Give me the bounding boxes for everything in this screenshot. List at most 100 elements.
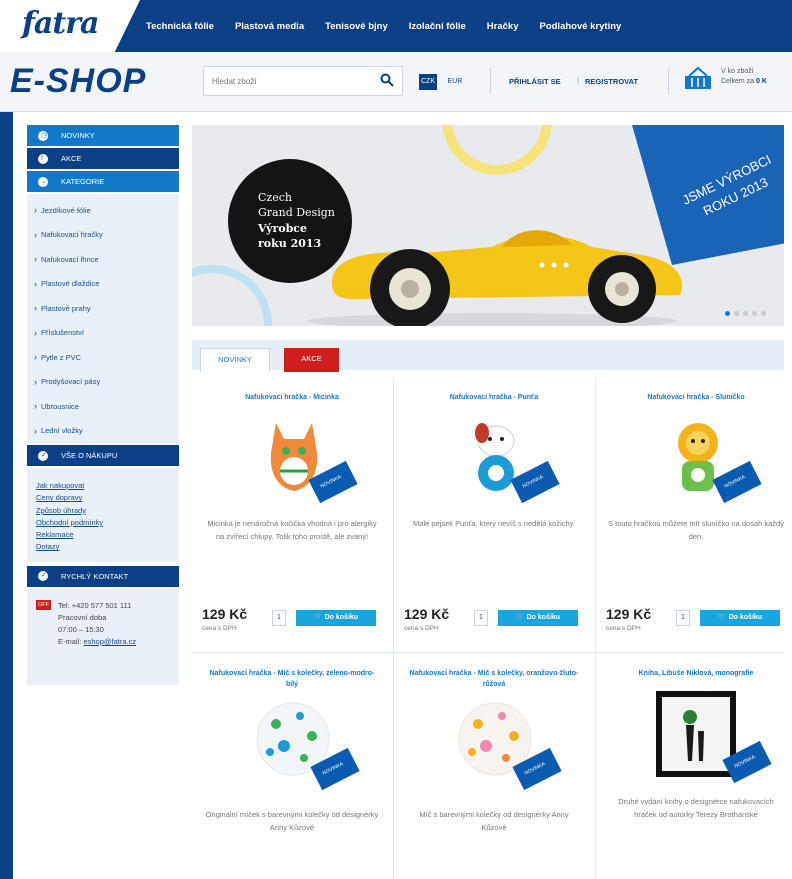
fatra-logo[interactable]: fatra [22, 6, 99, 41]
category-item[interactable]: Ubrousnice [27, 394, 179, 419]
product-name[interactable]: Nafukovací hračka - Micinka [192, 392, 392, 403]
cart-icon: 🛒 [717, 614, 727, 621]
topnav-toys[interactable]: Hračky [487, 21, 519, 32]
product-name[interactable]: Nafukovací hračka - Punťa [394, 392, 594, 403]
product-image[interactable]: NOVINKA [394, 417, 594, 517]
add-to-cart-button[interactable]: 🛒 Do košíku [498, 610, 578, 626]
slider-dot[interactable] [725, 311, 730, 316]
contact-hours: 07:00 – 15:30 [58, 624, 104, 634]
topnav-plastic-media[interactable]: Plastová media [235, 21, 304, 32]
price-tax-note: cena s DPH [202, 625, 237, 632]
info-link[interactable]: Jak nakupovat [36, 480, 179, 492]
product-image[interactable]: NOVINKA [596, 687, 792, 787]
product-description: Micinka je nenáročná kočička vhodná i pr… [207, 519, 377, 541]
topnav-tennis[interactable]: Tenisové bjny [325, 21, 388, 32]
add-to-cart-button[interactable]: 🛒 Do košíku [296, 610, 376, 626]
info-link[interactable]: Ceny dopravy [36, 492, 179, 504]
basket-icon[interactable] [683, 66, 713, 92]
product-card: Nafukovací hračka - Sluníčko NOVINKA S t… [596, 392, 792, 642]
quantity-input[interactable]: 1 [474, 610, 488, 626]
search-icon[interactable] [380, 73, 394, 87]
product-description: S touto hračkou můžete mít sluníčko na d… [608, 519, 784, 541]
info-link[interactable]: Obchodní podmínky [36, 517, 179, 529]
search-input[interactable] [204, 67, 374, 95]
price-tax-note: cena s DPH [606, 625, 641, 632]
basket-total-label: Celkem za [721, 78, 755, 85]
product-image[interactable]: NOVINKA [192, 698, 392, 798]
add-to-cart-button[interactable]: 🛒 Do košíku [700, 610, 780, 626]
decor-ring [442, 125, 552, 175]
sidebar: ◷ NOVINKY ! AKCE ⌄ KATEGORIE Jezdíkové f… [27, 125, 179, 685]
quantity-input[interactable]: 1 [272, 610, 286, 626]
product-name[interactable]: Nafukovací hračka - Sluníčko [596, 392, 792, 403]
tab-promo[interactable]: AKCE [284, 348, 339, 372]
sidebar-shopping-header[interactable]: ✓ VŠE O NÁKUPU [27, 445, 179, 466]
row-divider [192, 652, 784, 653]
register-link[interactable]: REGISTROVAT [585, 77, 638, 86]
slider-dot[interactable] [743, 311, 748, 316]
product-card: Nafukovací hračka - Míč s kolečky, zelen… [192, 668, 392, 873]
login-register-separator: | [577, 76, 580, 85]
category-item[interactable]: Jezdíkové fólie [27, 198, 179, 223]
contact-hours-label: Pracovní doba [58, 612, 107, 622]
category-item[interactable]: Prodyšovací pásy [27, 370, 179, 395]
basket-label: V ko zboží [721, 68, 754, 75]
topnav-floor-coverings[interactable]: Podlahové krytiny [539, 21, 621, 32]
sidebar-promo-header[interactable]: ! AKCE [27, 148, 179, 169]
category-item[interactable]: Plastové dlaždice [27, 272, 179, 297]
product-image[interactable]: NOVINKA [596, 417, 792, 517]
contact-phone: Tel: +420 577 501 111 [58, 600, 132, 610]
basket-total: Celkem za 0 K [721, 78, 767, 85]
sidebar-categories-label: KATEGORIE [61, 177, 105, 186]
clock-icon: ◷ [38, 130, 48, 141]
quantity-input[interactable]: 1 [676, 610, 690, 626]
sidebar-news-header[interactable]: ◷ NOVINKY [27, 125, 179, 146]
product-image[interactable]: NOVINKA [192, 417, 392, 517]
currency-czk-button[interactable]: CZK [419, 74, 437, 90]
check-icon: ✓ [38, 450, 48, 461]
category-item[interactable]: Nafukovací hračky [27, 223, 179, 248]
product-price: 129 Kč [202, 606, 248, 622]
topnav-insulation-films[interactable]: Izolační fólie [409, 21, 466, 32]
award-flag: JSME VÝROBCI ROKU 2013 [632, 125, 784, 265]
sidebar-contact-header[interactable]: ✓ RYCHLÝ KONTAKT [27, 565, 179, 587]
slider-dot[interactable] [752, 311, 757, 316]
sidebar-contact-label: RYCHLÝ KONTAKT [61, 571, 129, 581]
category-item[interactable]: Nafukovací lhnce [27, 247, 179, 272]
product-card: Nafukovací hračka - Micinka NOVINKA Mici… [192, 392, 392, 642]
promo-banner[interactable]: Czech Grand Design Výrobce roku 2013 JSM… [192, 125, 784, 326]
info-link[interactable]: Reklamace [36, 529, 179, 541]
currency-eur-button[interactable]: EUR [446, 74, 464, 90]
product-name[interactable]: Nafukovací hračka - Míč s kolečky, oranž… [394, 668, 594, 690]
slider-dot[interactable] [761, 311, 766, 316]
eshop-title[interactable]: E-SHOP [10, 62, 146, 101]
price-tax-note: cena s DPH [404, 625, 439, 632]
info-link[interactable]: Dotazy [36, 541, 179, 553]
info-link[interactable]: Způsob úhrady [36, 505, 179, 517]
product-name[interactable]: Nafukovací hračka - Míč s kolečky, zelen… [192, 668, 392, 690]
product-image[interactable]: NOVINKA [394, 698, 594, 798]
sidebar-shopping-label: VŠE O NÁKUPU [61, 451, 118, 460]
product-name[interactable]: Kniha, Libuše Niklová, monografie [596, 668, 792, 679]
status-badge: OFF [36, 599, 51, 610]
divider [668, 68, 669, 94]
category-item[interactable]: Plastové prahy [27, 296, 179, 321]
category-item[interactable]: Lední vložky [27, 419, 179, 444]
topnav-technical-films[interactable]: Technická fólie [146, 21, 214, 32]
slider-dots [725, 311, 766, 316]
badge-line: Czech [258, 191, 292, 204]
product-description: Míč s barevnými kolečky od designérky An… [419, 810, 569, 832]
product-card: Nafukovací hračka - Punťa NOVINKA Malé p… [394, 392, 594, 642]
tab-news[interactable]: NOVINKY [200, 348, 270, 372]
category-item[interactable]: Pytle z PVC [27, 345, 179, 370]
slider-dot[interactable] [734, 311, 739, 316]
login-link[interactable]: PŘIHLÁSIT SE [509, 77, 561, 86]
sidebar-categories-header[interactable]: ⌄ KATEGORIE [27, 171, 179, 192]
product-card: Kniha, Libuše Niklová, monografie NOVINK… [596, 668, 792, 873]
check-icon: ✓ [38, 571, 48, 582]
product-card: Nafukovací hračka - Míč s kolečky, oranž… [394, 668, 594, 873]
contact-email-link[interactable]: eshop@fatra.cz [83, 637, 136, 646]
left-accent-stripe [0, 112, 13, 879]
chevron-down-icon: ⌄ [38, 176, 48, 187]
category-item[interactable]: Příslušenství [27, 321, 179, 346]
